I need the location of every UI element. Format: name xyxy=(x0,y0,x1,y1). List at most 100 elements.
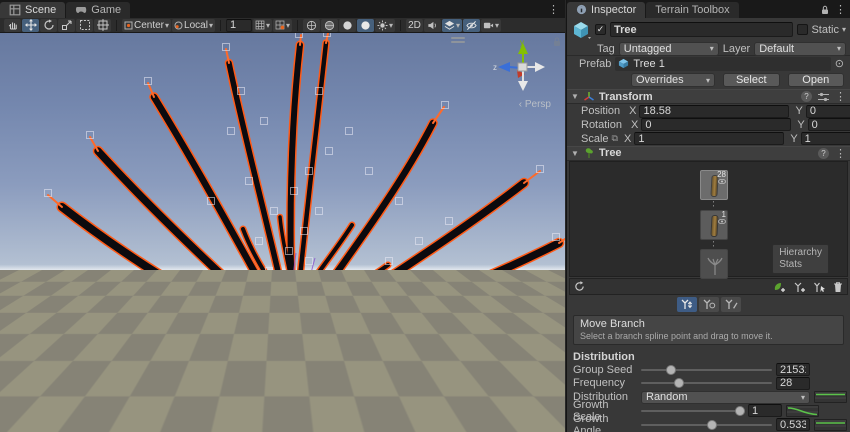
rotate-tool-button[interactable] xyxy=(40,19,57,32)
camera-icon xyxy=(483,21,494,30)
static-label: Static xyxy=(811,24,839,36)
free-hand-tool-button[interactable] xyxy=(721,297,741,312)
visibility-caret-icon: ▾ xyxy=(456,21,460,30)
open-button[interactable]: Open xyxy=(788,73,845,87)
tab-terrain-toolbox[interactable]: Terrain Toolbox xyxy=(646,2,738,18)
tab-inspector[interactable]: Inspector xyxy=(567,2,645,18)
grid-visibility-button[interactable]: ▾ xyxy=(253,19,272,32)
tree-menu-icon[interactable]: ⋮ xyxy=(835,147,846,160)
scene-pane-menu-icon[interactable]: ⋮ xyxy=(548,3,559,16)
gameobject-cube-icon[interactable] xyxy=(571,20,591,40)
frequency-slider[interactable] xyxy=(641,377,772,389)
duplicate-node-icon[interactable] xyxy=(813,281,826,293)
inspector-pane-menu-icon[interactable]: ⋮ xyxy=(835,3,846,16)
hidden-objects-button[interactable] xyxy=(463,19,480,32)
position-x-field[interactable] xyxy=(639,105,789,118)
gizmo-center-cube[interactable] xyxy=(518,63,527,71)
position-y-field[interactable] xyxy=(806,105,850,118)
select-button[interactable]: Select xyxy=(723,73,780,87)
scene-tabstrip: Scene Game ⋮ xyxy=(0,0,565,18)
rotation-mode-button[interactable]: Local ▾ xyxy=(172,19,215,32)
group-seed-value-field[interactable] xyxy=(776,363,810,376)
pivot-mode-button[interactable]: Center ▾ xyxy=(122,19,171,32)
add-leaf-group-icon[interactable] xyxy=(773,281,786,293)
node-eye-icon[interactable] xyxy=(718,179,726,184)
distribution-dropdown[interactable]: Random ▾ xyxy=(641,391,810,404)
gizmo-z-axis[interactable] xyxy=(498,62,510,72)
tree-hierarchy-editor[interactable]: 28 1 Hierarchy Stats xyxy=(569,161,848,277)
inspector-lock-icon[interactable] xyxy=(821,5,829,15)
layer-dropdown[interactable]: Default ▾ xyxy=(754,42,846,56)
draw-mode-shaded-wire-button[interactable] xyxy=(321,19,338,32)
snap-increment-input[interactable] xyxy=(226,19,252,32)
scene-audio-button[interactable] xyxy=(424,19,441,32)
rect-tool-button[interactable] xyxy=(76,19,93,32)
gizmo-axis-cone-down[interactable] xyxy=(518,81,528,91)
scale-x-field[interactable] xyxy=(634,132,784,145)
scene-visibility-button[interactable]: ▾ xyxy=(442,19,462,32)
refresh-icon[interactable] xyxy=(574,281,585,292)
move-tool-button[interactable] xyxy=(22,19,39,32)
tag-dropdown[interactable]: Untagged ▾ xyxy=(619,42,719,56)
tab-scene-label: Scene xyxy=(25,4,56,16)
tree-editor-toolbar xyxy=(569,278,848,296)
scene-lighting-button[interactable] xyxy=(357,19,374,32)
effects-button[interactable]: ▾ xyxy=(375,19,395,32)
scale-link-icon[interactable]: ⧉ xyxy=(612,133,618,144)
growth-angle-curve-preview[interactable] xyxy=(814,419,847,431)
tab-scene[interactable]: Scene xyxy=(0,2,65,18)
node-eye-icon[interactable] xyxy=(718,219,726,224)
rotation-x-field[interactable] xyxy=(641,118,791,131)
tree-component-icon xyxy=(583,147,595,159)
gizmo-axis-cone-right[interactable] xyxy=(535,62,545,72)
scene-camera-button[interactable]: ▾ xyxy=(481,19,501,32)
scene-viewport[interactable]: y z ‹ Persp xyxy=(0,33,565,432)
tree-node-root[interactable] xyxy=(700,249,728,279)
prefab-picker-icon[interactable]: ⊙ xyxy=(835,57,844,70)
overrides-dropdown[interactable]: Overrides ▾ xyxy=(631,73,715,87)
growth-angle-slider[interactable] xyxy=(641,419,772,431)
transform-menu-icon[interactable]: ⋮ xyxy=(835,90,846,103)
persp-label[interactable]: ‹ Persp xyxy=(519,99,551,110)
node-connector xyxy=(713,201,714,209)
tree-object[interactable] xyxy=(0,33,565,432)
tree-node-branch-group-2[interactable]: 1 xyxy=(700,210,728,240)
transform-tool-button[interactable] xyxy=(94,19,111,32)
scale-y-field[interactable] xyxy=(801,132,850,145)
rotate-branch-tool-button[interactable] xyxy=(699,297,719,312)
hand-tool-button[interactable] xyxy=(4,19,21,32)
snap-settings-button[interactable]: ▾ xyxy=(273,19,292,32)
tree-node-branch-group-1[interactable]: 28 xyxy=(700,170,728,200)
growth-scale-curve-preview[interactable] xyxy=(786,405,819,417)
transform-foldout-icon[interactable]: ▼ xyxy=(571,92,579,101)
gameobject-name-field[interactable] xyxy=(610,22,793,37)
add-branch-group-icon[interactable] xyxy=(793,281,806,293)
overlay-handle-icon[interactable] xyxy=(451,35,465,45)
static-checkbox[interactable] xyxy=(797,24,808,35)
rotation-y-field[interactable] xyxy=(808,118,850,131)
transform-header[interactable]: ▼ Transform ? ⋮ xyxy=(567,89,850,104)
tree-help-icon[interactable]: ? xyxy=(818,148,829,159)
frequency-value-field[interactable] xyxy=(776,377,810,390)
distribution-curve-preview[interactable] xyxy=(814,391,847,403)
tree-foldout-icon[interactable]: ▼ xyxy=(571,149,579,158)
growth-scale-slider[interactable] xyxy=(641,405,744,417)
mode-2d-button[interactable]: 2D xyxy=(406,19,423,32)
gameobject-enabled-checkbox[interactable]: ✓ xyxy=(595,24,606,35)
scale-tool-button[interactable] xyxy=(58,19,75,32)
growth-scale-value-field[interactable] xyxy=(748,404,782,417)
tab-game[interactable]: Game xyxy=(66,2,130,18)
prefab-object-field[interactable]: Tree 1 xyxy=(615,57,830,71)
tree-component-header[interactable]: ▼ Tree ? ⋮ xyxy=(567,146,850,161)
growth-angle-value-field[interactable] xyxy=(776,418,810,431)
static-caret-icon[interactable]: ▾ xyxy=(842,25,846,34)
prefab-label: Prefab xyxy=(579,58,611,70)
draw-mode-solid-button[interactable] xyxy=(339,19,356,32)
move-branch-tool-button[interactable] xyxy=(677,297,697,312)
orientation-gizmo[interactable]: y z xyxy=(487,37,557,99)
transform-help-icon[interactable]: ? xyxy=(801,91,812,102)
delete-node-icon[interactable] xyxy=(833,281,843,293)
transform-presets-icon[interactable] xyxy=(818,92,829,102)
draw-mode-wireframe-button[interactable] xyxy=(303,19,320,32)
group-seed-slider[interactable] xyxy=(641,364,772,376)
